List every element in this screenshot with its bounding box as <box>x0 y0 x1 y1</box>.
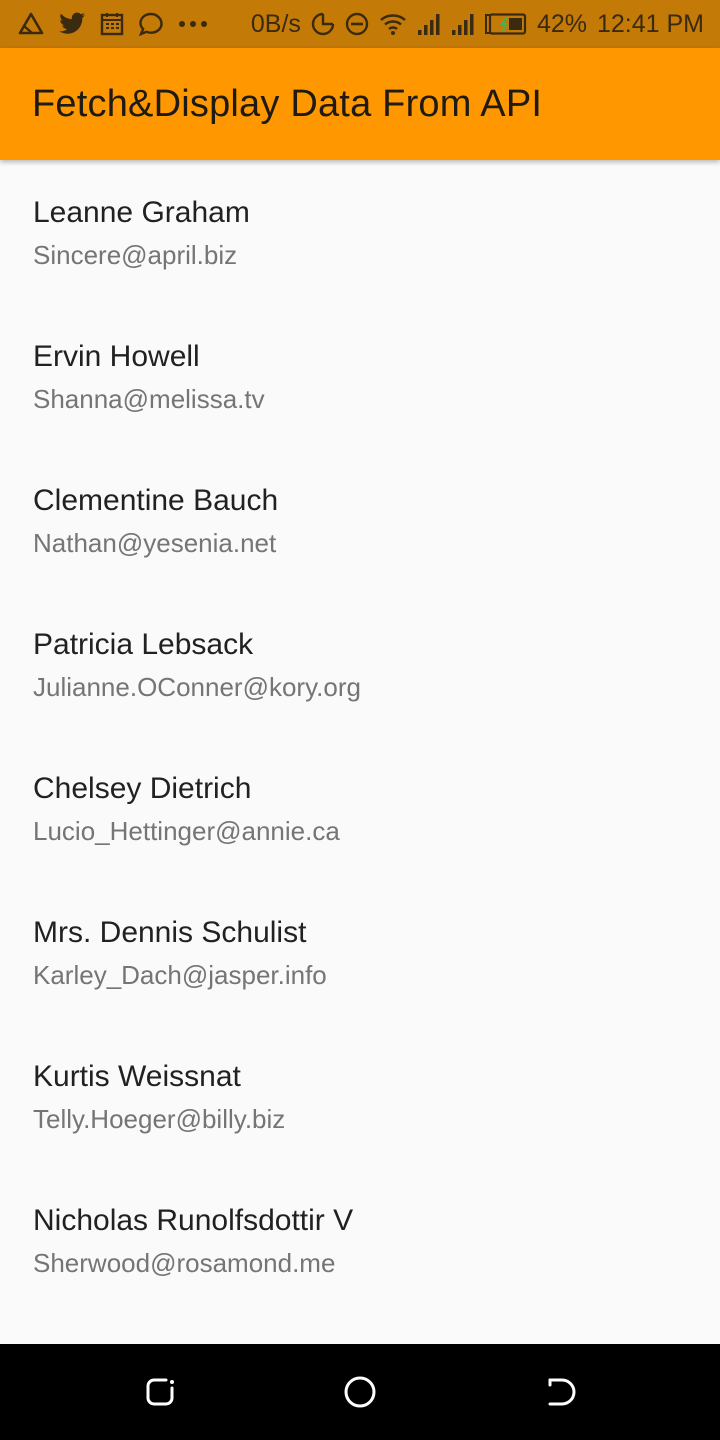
user-name: Kurtis Weissnat <box>33 1060 241 1093</box>
chat-icon <box>138 12 164 36</box>
user-email: Julianne.OConner@kory.org <box>33 672 361 702</box>
list-item[interactable]: Clementine Bauch Nathan@yesenia.net <box>0 448 720 592</box>
user-email: Karley_Dach@jasper.info <box>33 960 327 990</box>
twitter-icon <box>58 12 86 36</box>
home-icon <box>343 1375 377 1409</box>
user-name: Patricia Lebsack <box>33 628 254 661</box>
more-icon <box>178 20 208 28</box>
battery-percent: 42% <box>536 9 587 38</box>
user-name: Chelsey Dietrich <box>33 772 252 805</box>
list-item[interactable]: Mrs. Dennis Schulist Karley_Dach@jasper.… <box>0 880 720 1024</box>
user-name: Mrs. Dennis Schulist <box>33 916 307 949</box>
user-email: Shanna@melissa.tv <box>33 384 265 414</box>
user-name: Clementine Bauch <box>33 484 279 517</box>
back-icon <box>544 1376 576 1408</box>
list-item[interactable]: Leanne Graham Sincere@april.biz <box>0 160 720 304</box>
wifi-icon <box>379 12 407 36</box>
data-saver-icon <box>311 12 335 36</box>
user-email: Sincere@april.biz <box>33 240 238 270</box>
net-speed: 0B/s <box>250 9 301 38</box>
clock: 12:41 PM <box>596 9 704 38</box>
list-item[interactable]: Ervin Howell Shanna@melissa.tv <box>0 304 720 448</box>
list-item[interactable]: Patricia Lebsack Julianne.OConner@kory.o… <box>0 592 720 736</box>
user-list[interactable]: Leanne Graham Sincere@april.biz Ervin Ho… <box>0 160 720 1344</box>
list-item[interactable]: Chelsey Dietrich Lucio_Hettinger@annie.c… <box>0 736 720 880</box>
signal-2-icon <box>451 12 475 36</box>
user-name: Leanne Graham <box>33 196 250 229</box>
user-email: Nathan@yesenia.net <box>33 528 277 558</box>
battery-icon <box>484 13 527 35</box>
dnd-icon <box>345 12 369 36</box>
recents-icon <box>144 1376 176 1408</box>
navigation-bar <box>0 1344 720 1440</box>
warning-icon <box>18 12 44 36</box>
user-email: Sherwood@rosamond.me <box>33 1248 336 1278</box>
user-email: Lucio_Hettinger@annie.ca <box>33 816 340 846</box>
calendar-icon <box>100 12 124 36</box>
recents-button[interactable] <box>140 1372 180 1412</box>
app-bar: Fetch&Display Data From API <box>0 48 720 160</box>
home-button[interactable] <box>340 1372 380 1412</box>
back-button[interactable] <box>540 1372 580 1412</box>
list-item[interactable]: Nicholas Runolfsdottir V Sherwood@rosamo… <box>0 1168 720 1312</box>
signal-icon <box>417 12 441 36</box>
list-item[interactable]: Kurtis Weissnat Telly.Hoeger@billy.biz <box>0 1024 720 1168</box>
user-email: Telly.Hoeger@billy.biz <box>33 1104 286 1134</box>
user-name: Ervin Howell <box>33 340 200 373</box>
status-bar: 0B/s 42% 12:41 PM <box>0 0 720 48</box>
user-name: Nicholas Runolfsdottir V <box>33 1204 354 1237</box>
app-title: Fetch&Display Data From API <box>32 82 543 125</box>
